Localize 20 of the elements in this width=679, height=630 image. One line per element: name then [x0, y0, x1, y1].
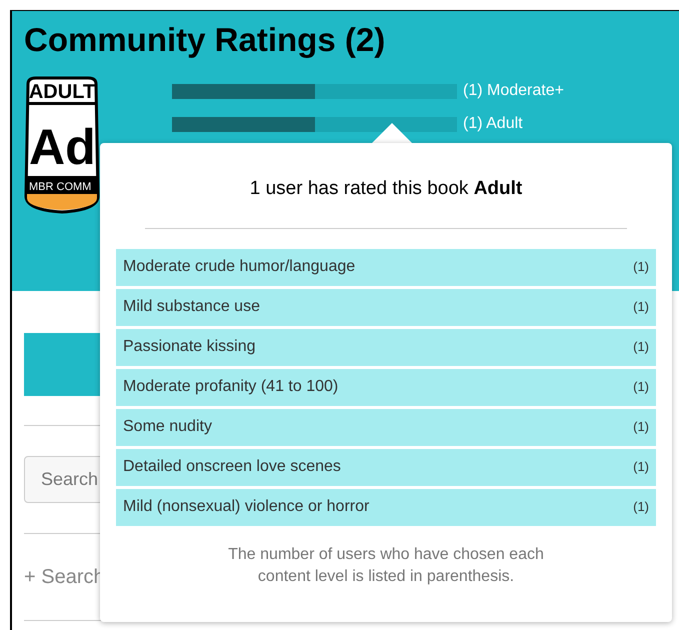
rating-label: (1) Moderate+: [463, 81, 564, 102]
content-label: Some nudity: [123, 417, 212, 437]
content-count: (1): [633, 298, 649, 316]
content-count: (1): [633, 458, 649, 476]
content-label: Detailed onscreen love scenes: [123, 457, 341, 477]
content-count: (1): [633, 418, 649, 436]
content-label: Moderate crude humor/language: [123, 257, 356, 277]
content-count: (1): [633, 378, 649, 396]
popup-title: 1 user has rated this book Adult: [248, 177, 524, 201]
content-label: Passionate kissing: [123, 337, 256, 357]
page-title: Community Ratings (2): [24, 20, 386, 60]
popup-footer: The number of users who have chosen each content level is listed in parenthesis.: [116, 544, 656, 588]
content-label: Mild (nonsexual) violence or horror: [123, 497, 370, 517]
content-count: (1): [633, 338, 649, 356]
content-label: Moderate profanity (41 to 100): [123, 377, 338, 397]
rating-label: (1) Adult: [463, 114, 523, 134]
content-count: (1): [633, 498, 649, 516]
content-label: Mild substance use: [123, 297, 260, 317]
rating-badge: ADULT Ad MBR COMM: [24, 76, 100, 216]
content-count: (1): [633, 258, 649, 276]
